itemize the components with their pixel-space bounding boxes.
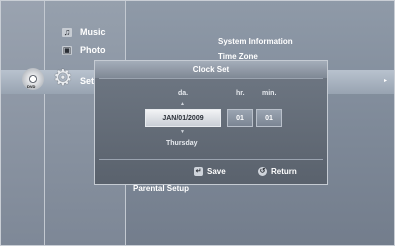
minute-field[interactable]: 01 (256, 109, 282, 127)
hour-field[interactable]: 01 (227, 109, 253, 127)
weekday-text: Thursday (166, 140, 198, 147)
submenu-item-parental-setup[interactable]: Parental Setup (133, 184, 189, 193)
up-arrow-icon[interactable]: ▲ (180, 101, 185, 107)
gear-icon: ⚙ (53, 65, 73, 90)
settings-screen: ♫ Music ▣ Photo DVD ⚙ Set System Informa… (0, 0, 395, 246)
save-button-label: Save (207, 167, 226, 176)
menu-item-setup[interactable]: Set (80, 76, 94, 86)
date-field[interactable]: JAN/01/2009 (145, 109, 221, 127)
disc-label: DVD (27, 84, 36, 89)
clock-set-dialog: Clock Set da. hr. min. ▲ JAN/01/2009 ▼ 0… (94, 60, 328, 185)
down-arrow-icon[interactable]: ▼ (180, 129, 185, 135)
left-column (0, 0, 44, 246)
divider (99, 78, 323, 79)
minute-column-label: min. (262, 90, 277, 97)
menu-item-photo[interactable]: Photo (80, 45, 106, 55)
divider (99, 159, 323, 160)
photo-icon: ▣ (62, 45, 72, 55)
save-button[interactable]: ↵ Save (194, 165, 226, 179)
return-button-label: Return (271, 167, 297, 176)
date-column-label: da. (178, 90, 189, 97)
submenu-arrow-icon: ▸ (383, 78, 387, 84)
dialog-title: Clock Set (95, 61, 327, 78)
music-note-icon: ♫ (62, 27, 72, 37)
enter-icon: ↵ (194, 167, 203, 177)
hour-column-label: hr. (236, 90, 245, 97)
divider (44, 0, 45, 246)
return-button[interactable]: ↺ Return (258, 165, 297, 179)
return-icon: ↺ (258, 167, 267, 177)
submenu-item-system-information[interactable]: System Information (218, 37, 293, 46)
menu-item-music[interactable]: Music (80, 27, 106, 37)
